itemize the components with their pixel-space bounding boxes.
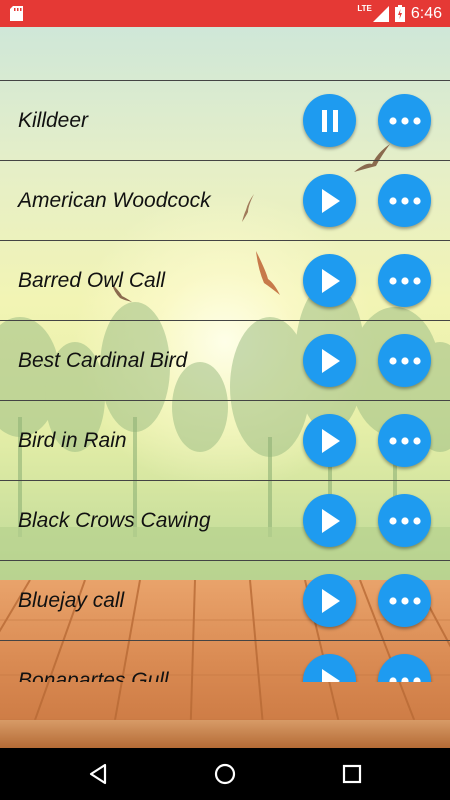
back-icon[interactable] [86, 762, 110, 786]
pause-icon [321, 109, 338, 132]
play-button[interactable] [303, 334, 356, 387]
list-item[interactable]: Bonapartes Gull [0, 641, 450, 682]
navigation-bar [0, 748, 450, 800]
sound-title[interactable]: Best Cardinal Bird [18, 321, 187, 400]
more-horizontal-icon [388, 196, 421, 205]
play-icon [321, 428, 340, 453]
play-icon [321, 668, 340, 682]
play-icon [321, 588, 340, 613]
more-horizontal-icon [388, 356, 421, 365]
more-button[interactable] [378, 494, 431, 547]
list-header-spacer [0, 27, 450, 81]
play-icon [321, 348, 340, 373]
more-button[interactable] [378, 94, 431, 147]
more-horizontal-icon [388, 676, 421, 682]
clock: 6:46 [410, 4, 442, 22]
play-button[interactable] [303, 654, 356, 682]
sound-title[interactable]: American Woodcock [18, 161, 211, 240]
list-item[interactable]: Best Cardinal Bird [0, 321, 450, 401]
sound-title[interactable]: Bluejay call [18, 561, 124, 640]
more-horizontal-icon [388, 596, 421, 605]
more-horizontal-icon [388, 516, 421, 525]
status-bar: LTE 6:46 [0, 0, 450, 27]
more-horizontal-icon [388, 116, 421, 125]
play-icon [321, 268, 340, 293]
more-horizontal-icon [388, 436, 421, 445]
more-button[interactable] [378, 174, 431, 227]
sd-card-icon [10, 6, 23, 21]
floor-edge [0, 720, 450, 748]
play-button[interactable] [303, 174, 356, 227]
list-item[interactable]: Bird in Rain [0, 401, 450, 481]
play-button[interactable] [303, 574, 356, 627]
more-button[interactable] [378, 654, 431, 682]
sound-title[interactable]: Killdeer [18, 81, 88, 160]
recents-icon[interactable] [340, 762, 364, 786]
list-item[interactable]: Killdeer [0, 81, 450, 161]
play-icon [321, 508, 340, 533]
list-item[interactable]: Bluejay call [0, 561, 450, 641]
play-icon [321, 188, 340, 213]
sound-list[interactable]: Killdeer American Woodcock Barred Owl Ca… [0, 27, 450, 682]
more-horizontal-icon [388, 276, 421, 285]
play-button[interactable] [303, 414, 356, 467]
more-button[interactable] [378, 414, 431, 467]
sound-title[interactable]: Bonapartes Gull [18, 641, 169, 682]
battery-icon [394, 5, 405, 22]
sound-title[interactable]: Black Crows Cawing [18, 481, 211, 560]
sound-title[interactable]: Barred Owl Call [18, 241, 165, 320]
signal-icon [372, 5, 389, 22]
list-item[interactable]: American Woodcock [0, 161, 450, 241]
play-button[interactable] [303, 494, 356, 547]
more-button[interactable] [378, 574, 431, 627]
home-icon[interactable] [213, 762, 237, 786]
list-item[interactable]: Barred Owl Call [0, 241, 450, 321]
network-type: LTE [357, 4, 372, 13]
list-item[interactable]: Black Crows Cawing [0, 481, 450, 561]
pause-button[interactable] [303, 94, 356, 147]
play-button[interactable] [303, 254, 356, 307]
more-button[interactable] [378, 334, 431, 387]
more-button[interactable] [378, 254, 431, 307]
sound-title[interactable]: Bird in Rain [18, 401, 127, 480]
